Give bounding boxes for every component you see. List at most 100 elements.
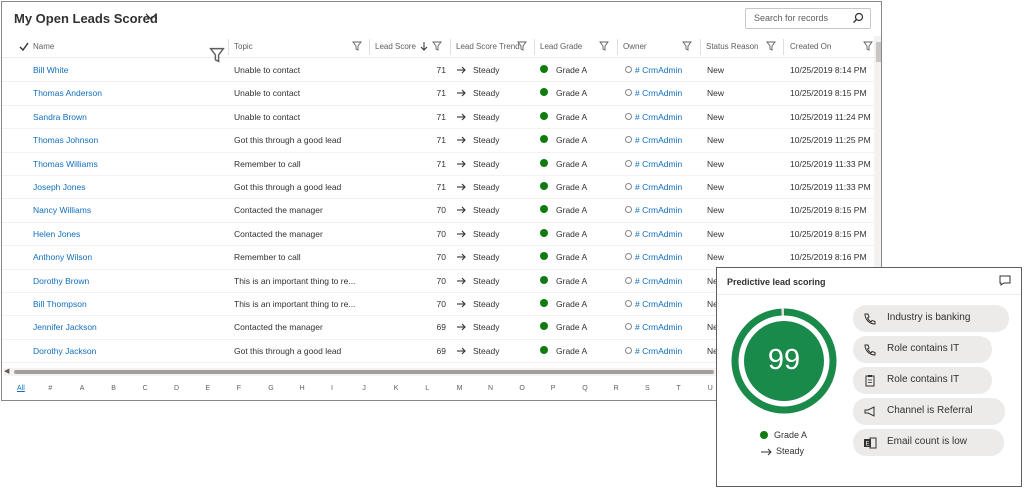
search-icon[interactable] (852, 12, 864, 24)
owner-link[interactable]: # CrmAdmin (635, 276, 682, 286)
filter-icon[interactable] (352, 41, 362, 51)
factor-pill: Channel is Referral (853, 398, 1005, 425)
scroll-left-icon[interactable]: ◀ (4, 367, 9, 375)
status-reason-cell: New (707, 88, 725, 99)
filter-icon[interactable] (599, 41, 609, 51)
jump-bar-letter[interactable]: B (111, 385, 116, 392)
lead-score-cell: 70 (436, 298, 446, 309)
comment-icon[interactable] (999, 275, 1011, 286)
owner-link[interactable]: # CrmAdmin (635, 205, 682, 215)
owner-link[interactable]: # CrmAdmin (635, 182, 682, 192)
lead-name-link[interactable]: Thomas Anderson (33, 88, 102, 98)
horizontal-scrollbar-thumb[interactable] (14, 370, 714, 374)
lead-name-link[interactable]: Dorothy Jackson (33, 346, 96, 356)
lead-name-link[interactable]: Dorothy Brown (33, 276, 89, 286)
jump-bar-letter[interactable]: T (676, 385, 680, 392)
lead-name-link[interactable]: Bill Thompson (33, 299, 87, 309)
jump-bar-letter[interactable]: E (205, 385, 210, 392)
status-reason-cell: New (707, 252, 725, 263)
jump-bar-letter[interactable]: O (519, 385, 524, 392)
table-row[interactable]: Nancy Williams Contacted the manager 70 Ste… (2, 199, 874, 223)
filter-icon[interactable] (517, 41, 527, 51)
jump-bar-letter[interactable]: F (237, 385, 241, 392)
owner-link[interactable]: # CrmAdmin (635, 252, 682, 262)
lead-score-trend-cell: Steady (473, 158, 500, 169)
lead-score-cell: 70 (436, 205, 446, 216)
sort-descending-icon[interactable] (420, 41, 428, 51)
table-row[interactable]: Thomas Johnson Got this through a good le… (2, 129, 874, 153)
column-header-lead-score[interactable]: Lead Score (375, 36, 416, 58)
predictive-lead-scoring-card: Predictive lead scoring 99 Grade A Stead… (716, 267, 1022, 487)
jump-bar-letter[interactable]: L (425, 385, 429, 392)
grade-indicator-icon (760, 431, 768, 439)
jump-bar-letter[interactable]: C (143, 385, 148, 392)
view-title[interactable]: My Open Leads Scored (14, 11, 158, 26)
jump-bar-letter[interactable]: N (488, 385, 493, 392)
search-input[interactable]: Search for records (745, 8, 871, 29)
filter-icon[interactable] (682, 41, 692, 51)
owner-link[interactable]: # CrmAdmin (635, 112, 682, 122)
grade-indicator-icon (540, 252, 548, 261)
jump-bar-letter[interactable]: P (551, 385, 556, 392)
jump-bar-letter[interactable]: H (300, 385, 305, 392)
owner-link[interactable]: # CrmAdmin (635, 322, 682, 332)
jump-bar-letter[interactable]: J (362, 385, 366, 392)
owner-link[interactable]: # CrmAdmin (635, 65, 682, 75)
jump-bar-letter[interactable]: Q (582, 385, 587, 392)
owner-link[interactable]: # CrmAdmin (635, 135, 682, 145)
owner-link[interactable]: # CrmAdmin (635, 159, 682, 169)
lead-name-link[interactable]: Joseph Jones (33, 182, 85, 192)
grade-indicator-icon (540, 345, 548, 354)
lead-name-link[interactable]: Nancy Williams (33, 205, 91, 215)
column-header-name[interactable]: Name (33, 36, 54, 58)
vertical-scrollbar-thumb[interactable] (876, 42, 881, 62)
jump-bar-letter[interactable]: S (645, 385, 650, 392)
lead-name-link[interactable]: Jennifer Jackson (33, 322, 97, 332)
filter-icon[interactable] (863, 41, 873, 51)
column-header-lead-score-trend[interactable]: Lead Score Trend (456, 36, 520, 58)
jump-bar-letter[interactable]: # (48, 385, 52, 392)
column-header-created-on[interactable]: Created On (790, 36, 831, 58)
column-header-lead-grade[interactable]: Lead Grade (540, 36, 582, 58)
jump-bar-letter[interactable]: U (708, 385, 713, 392)
lead-name-link[interactable]: Thomas Johnson (33, 135, 98, 145)
lead-score-cell: 70 (436, 275, 446, 286)
factor-pill: E Email count is low (853, 429, 1004, 456)
table-row[interactable]: Bill White Unable to contact 71 Steady Grade… (2, 59, 874, 83)
jump-bar-letter[interactable]: I (331, 385, 333, 392)
filter-icon[interactable] (432, 41, 442, 51)
table-row[interactable]: Helen Jones Contacted the manager 70 Steady… (2, 223, 874, 247)
user-presence-icon (625, 112, 632, 120)
lead-name-link[interactable]: Anthony Wilson (33, 252, 92, 262)
topic-cell: Got this through a good lead (234, 345, 342, 356)
column-header-topic[interactable]: Topic (234, 36, 253, 58)
lead-name-link[interactable]: Helen Jones (33, 229, 80, 239)
table-row[interactable]: Sandra Brown Unable to contact 71 Steady Gra… (2, 106, 874, 130)
column-header-owner[interactable]: Owner (623, 36, 647, 58)
jump-bar-letter[interactable]: D (174, 385, 179, 392)
table-row[interactable]: Thomas Williams Remember to call 71 Steady G… (2, 153, 874, 176)
jump-bar-letter[interactable]: A (80, 385, 85, 392)
jump-bar-letter[interactable]: M (457, 385, 463, 392)
filter-icon[interactable] (766, 41, 776, 51)
lead-name-link[interactable]: Sandra Brown (33, 112, 87, 122)
owner-link[interactable]: # CrmAdmin (635, 88, 682, 98)
lead-name-link[interactable]: Bill White (33, 65, 68, 75)
owner-link[interactable]: # CrmAdmin (635, 229, 682, 239)
phone-icon (864, 344, 876, 356)
table-row[interactable]: Thomas Anderson Unable to contact 71 Steady… (2, 82, 874, 106)
jump-bar-letter[interactable]: R (614, 385, 619, 392)
owner-link[interactable]: # CrmAdmin (635, 346, 682, 356)
table-row[interactable]: Joseph Jones Got this through a good lead… (2, 176, 874, 200)
lead-name-link[interactable]: Thomas Williams (33, 159, 98, 169)
column-header-status-reason[interactable]: Status Reason (706, 36, 758, 58)
lead-score-trend-cell: Steady (473, 205, 500, 216)
chevron-down-icon[interactable] (144, 10, 158, 24)
select-all-check-icon[interactable] (19, 42, 29, 51)
table-row[interactable]: Anthony Wilson Remember to call 70 Steady Gr… (2, 246, 874, 270)
owner-link[interactable]: # CrmAdmin (635, 299, 682, 309)
jump-bar-letter[interactable]: G (268, 385, 273, 392)
jump-bar-letter[interactable]: K (394, 385, 399, 392)
jump-bar-letter[interactable]: All (17, 385, 25, 392)
topic-cell: Got this through a good lead (234, 135, 342, 146)
